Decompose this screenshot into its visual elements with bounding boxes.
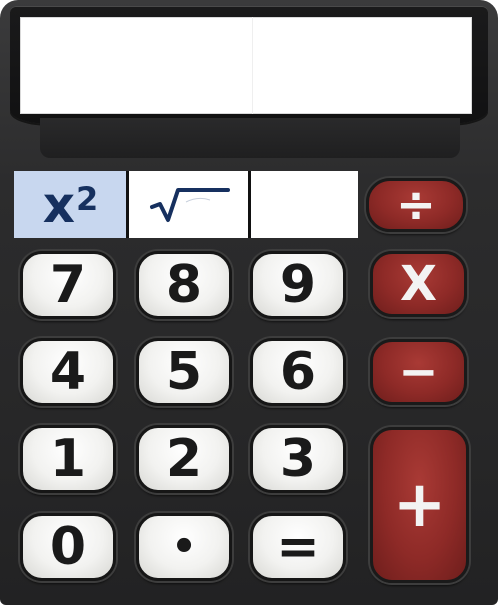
minus-icon: −	[398, 344, 439, 400]
digit-8-label: 8	[165, 255, 203, 315]
equals-icon: =	[276, 517, 320, 577]
decimal-point-button[interactable]: •	[136, 513, 232, 581]
digit-3-label: 3	[279, 429, 317, 489]
digit-2-label: 2	[165, 429, 203, 489]
square-root-button[interactable]	[128, 171, 248, 238]
decimal-point-icon: •	[171, 524, 197, 570]
digit-2-button[interactable]: 2	[136, 425, 232, 493]
plus-icon: +	[392, 468, 447, 542]
digit-0-label: 0	[49, 517, 87, 577]
equals-button[interactable]: =	[250, 513, 346, 581]
digit-1-label: 1	[49, 429, 87, 489]
digit-7-label: 7	[49, 255, 87, 315]
divide-button[interactable]: ÷	[366, 178, 466, 232]
multiply-button[interactable]: X	[370, 251, 467, 317]
square-exponent-label: 2	[76, 179, 98, 218]
square-root-icon	[150, 187, 230, 222]
digit-1-button[interactable]: 1	[20, 425, 116, 493]
digit-9-label: 9	[279, 255, 317, 315]
digit-6-label: 6	[279, 342, 317, 402]
multiply-icon: X	[399, 256, 437, 312]
function-key-panel: x2	[14, 171, 358, 238]
square-base-label: x	[42, 175, 75, 234]
digit-0-button[interactable]: 0	[20, 513, 116, 581]
digit-7-button[interactable]: 7	[20, 251, 116, 319]
divide-icon: ÷	[395, 177, 437, 233]
digit-6-button[interactable]: 6	[250, 338, 346, 406]
digit-4-button[interactable]: 4	[20, 338, 116, 406]
function-divider-right	[248, 171, 251, 238]
digit-5-label: 5	[165, 342, 203, 402]
calculator-body: x2 ÷ X − + 7 8 9 4 5 6 1 2 3 0 • =	[0, 0, 498, 605]
digit-4-label: 4	[49, 342, 87, 402]
digit-3-button[interactable]: 3	[250, 425, 346, 493]
square-button[interactable]: x2	[14, 171, 126, 238]
display-divider	[252, 17, 253, 114]
subtract-button[interactable]: −	[370, 339, 467, 405]
bezel-trim	[40, 118, 460, 158]
blank-function-button[interactable]	[252, 171, 358, 238]
digit-9-button[interactable]: 9	[250, 251, 346, 319]
digit-5-button[interactable]: 5	[136, 338, 232, 406]
digit-8-button[interactable]: 8	[136, 251, 232, 319]
display-screen	[20, 17, 472, 114]
add-button[interactable]: +	[370, 427, 469, 583]
